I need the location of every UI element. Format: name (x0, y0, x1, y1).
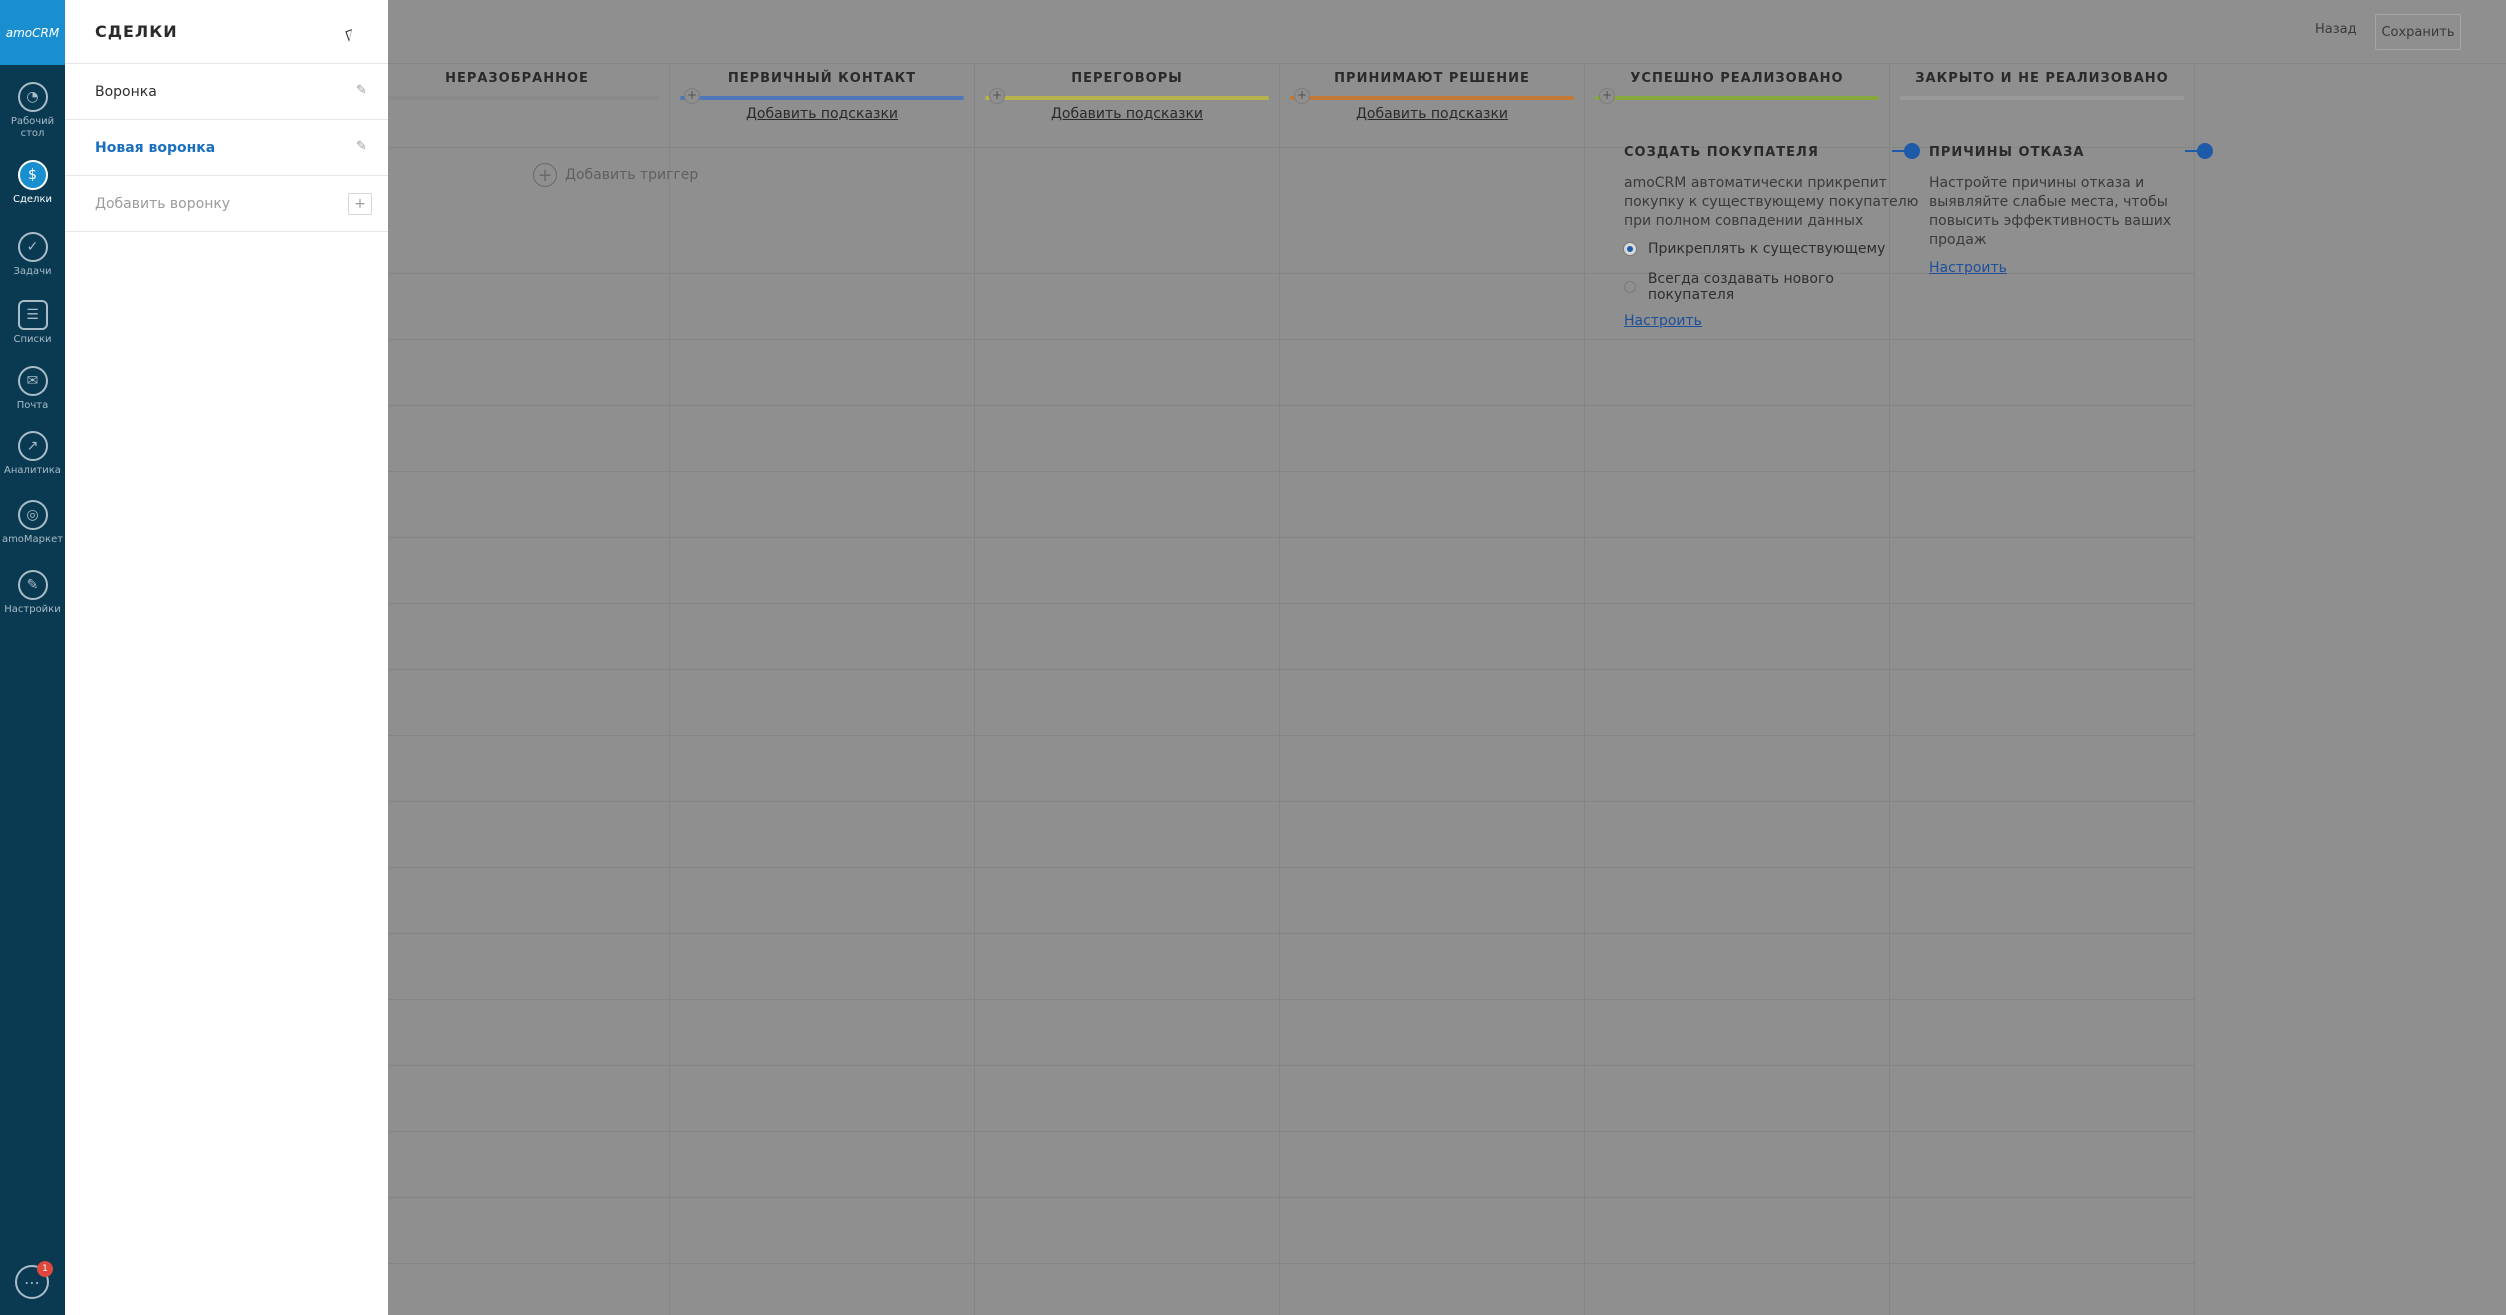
add-hints-link[interactable]: Добавить подсказки (1280, 100, 1584, 148)
main-nav: amoCRM ◔ Рабочий стол $ Сделки ✓ Задачи … (0, 0, 65, 1315)
pipelines-panel: СДЕЛКИ Воронка ✎ Новая воронка ✎ Добавит… (65, 0, 388, 1315)
nav-item-settings[interactable]: ✎ Настройки (0, 570, 65, 616)
add-stage-icon[interactable]: + (684, 88, 700, 104)
market-icon: ◎ (17, 500, 48, 530)
add-pipeline-item[interactable]: Добавить воронку + (65, 176, 388, 232)
stage-title: УСПЕШНО РЕАЛИЗОВАНО (1630, 71, 1844, 86)
create-buyer-card: СОЗДАТЬ ПОКУПАТЕЛЯ amoCRM автоматически … (1624, 143, 1920, 329)
stage-title: ЗАКРЫТО И НЕ РЕАЛИЗОВАНО (1915, 71, 2169, 86)
stage-color-bar (375, 96, 659, 100)
stage-header[interactable]: УСПЕШНО РЕАЛИЗОВАНО (1585, 64, 1889, 100)
stage-header[interactable]: ПЕРЕГОВОРЫ (975, 64, 1279, 100)
analytics-icon: ↗ (17, 431, 48, 461)
gauge-icon: ◔ (17, 82, 48, 112)
nav-item-label: Списки (13, 334, 52, 345)
trigger-grid (365, 208, 2195, 1264)
configure-link[interactable]: Настроить (1624, 313, 1702, 329)
nav-item-market[interactable]: ◎ amoМаркет (0, 500, 65, 546)
deals-icon: $ (17, 160, 48, 190)
chat-icon: ⋯ (24, 1272, 40, 1292)
pipeline-label: Новая воронка (95, 139, 216, 156)
stage-hint (1585, 100, 1889, 148)
radio-always-create[interactable]: Всегда создавать нового покупателя (1624, 271, 1920, 303)
card-description: Настройте причины отказа и выявляйте сла… (1929, 175, 2172, 248)
stage-title: ПРИНИМАЮТ РЕШЕНИЕ (1334, 71, 1530, 86)
add-hints-link[interactable]: Добавить подсказки (670, 100, 974, 148)
list-icon: ☰ (17, 300, 48, 330)
stage-title: ПЕРВИЧНЫЙ КОНТАКТ (727, 71, 917, 86)
card-description: amoCRM автоматически прикрепит покупку к… (1624, 175, 1919, 229)
nav-item-deals[interactable]: $ Сделки (0, 160, 65, 206)
board-topbar: Назад Сохранить (65, 0, 2506, 64)
stage-title: НЕРАЗОБРАННОЕ (445, 71, 589, 86)
stage-header[interactable]: ПРИНИМАЮТ РЕШЕНИЕ (1280, 64, 1584, 100)
pipeline-item[interactable]: Воронка ✎ (65, 64, 388, 120)
radio-empty-icon (1624, 281, 1636, 293)
panel-title: СДЕЛКИ (65, 0, 388, 64)
stage-header[interactable]: НЕРАЗОБРАННОЕ (365, 64, 669, 100)
nav-item-label: Почта (16, 400, 49, 411)
stage-header[interactable]: ПЕРВИЧНЫЙ КОНТАКТ (670, 64, 974, 100)
add-stage-icon[interactable]: + (1294, 88, 1310, 104)
add-hints-link[interactable]: Добавить подсказки (975, 100, 1279, 148)
nav-item-label: Рабочий стол (10, 116, 55, 139)
stage-color-bar (985, 96, 1269, 100)
stage-color-bar (1595, 96, 1879, 100)
loss-reasons-card: ПРИЧИНЫ ОТКАЗА Настройте причины отказа … (1929, 143, 2213, 276)
loss-reasons-toggle[interactable] (2185, 143, 2213, 159)
radio-attach-existing[interactable]: Прикреплять к существующему (1624, 241, 1920, 257)
radio-label: Всегда создавать нового покупателя (1647, 271, 1834, 303)
stage-color-bar (1290, 96, 1574, 100)
plus-icon[interactable]: + (348, 193, 372, 215)
back-button[interactable]: Назад (2315, 22, 2357, 37)
nav-item-analytics[interactable]: ↗ Аналитика (0, 431, 65, 477)
plus-circle-icon: + (533, 163, 557, 187)
chat-button[interactable]: ⋯ 1 (15, 1261, 53, 1299)
card-title: ПРИЧИНЫ ОТКАЗА (1929, 145, 2085, 160)
nav-item-lists[interactable]: ☰ Списки (0, 300, 65, 346)
radio-selected-icon (1624, 243, 1636, 255)
stage-title: ПЕРЕГОВОРЫ (1071, 71, 1183, 86)
stage-color-bar (1900, 96, 2184, 100)
pencil-icon[interactable]: ✎ (356, 84, 370, 98)
add-pipeline-label: Добавить воронку (95, 195, 231, 212)
stage-color-bar (680, 96, 964, 100)
save-button[interactable]: Сохранить (2375, 14, 2461, 50)
create-buyer-toggle[interactable] (1892, 143, 1920, 159)
pipeline-board: Назад Сохранить НЕРАЗОБРАННОЕ ПЕРВИЧНЫЙ … (65, 0, 2506, 1315)
mail-icon: ✉ (17, 366, 48, 396)
add-stage-icon[interactable]: + (1599, 88, 1615, 104)
nav-item-mail[interactable]: ✉ Почта (0, 366, 65, 412)
pipeline-item-active[interactable]: Новая воронка ✎ (65, 120, 388, 176)
nav-item-label: Настройки (4, 604, 61, 615)
configure-link[interactable]: Настроить (1929, 260, 2007, 276)
nav-item-label: amoМаркет (1, 534, 64, 545)
logo[interactable]: amoCRM (0, 0, 65, 65)
stage-hint (1890, 100, 2194, 148)
pencil-icon[interactable]: ✎ (356, 140, 370, 154)
chat-badge: 1 (37, 1261, 53, 1277)
stage-hint (365, 100, 669, 148)
add-trigger-button[interactable]: + Добавить триггер (533, 163, 698, 187)
wrench-icon: ✎ (17, 570, 48, 600)
stage-header[interactable]: ЗАКРЫТО И НЕ РЕАЛИЗОВАНО (1890, 64, 2194, 100)
card-title: СОЗДАТЬ ПОКУПАТЕЛЯ (1624, 145, 1819, 160)
radio-label: Прикреплять к существующему (1648, 241, 1886, 257)
add-stage-icon[interactable]: + (989, 88, 1005, 104)
add-trigger-label: Добавить триггер (565, 167, 699, 183)
nav-item-label: Сделки (13, 194, 52, 205)
nav-item-tasks[interactable]: ✓ Задачи (0, 232, 65, 278)
check-icon: ✓ (17, 232, 48, 262)
pipeline-label: Воронка (95, 83, 157, 100)
nav-item-label: Аналитика (4, 465, 61, 476)
nav-item-label: Задачи (13, 266, 52, 277)
nav-item-dashboard[interactable]: ◔ Рабочий стол (0, 82, 65, 140)
